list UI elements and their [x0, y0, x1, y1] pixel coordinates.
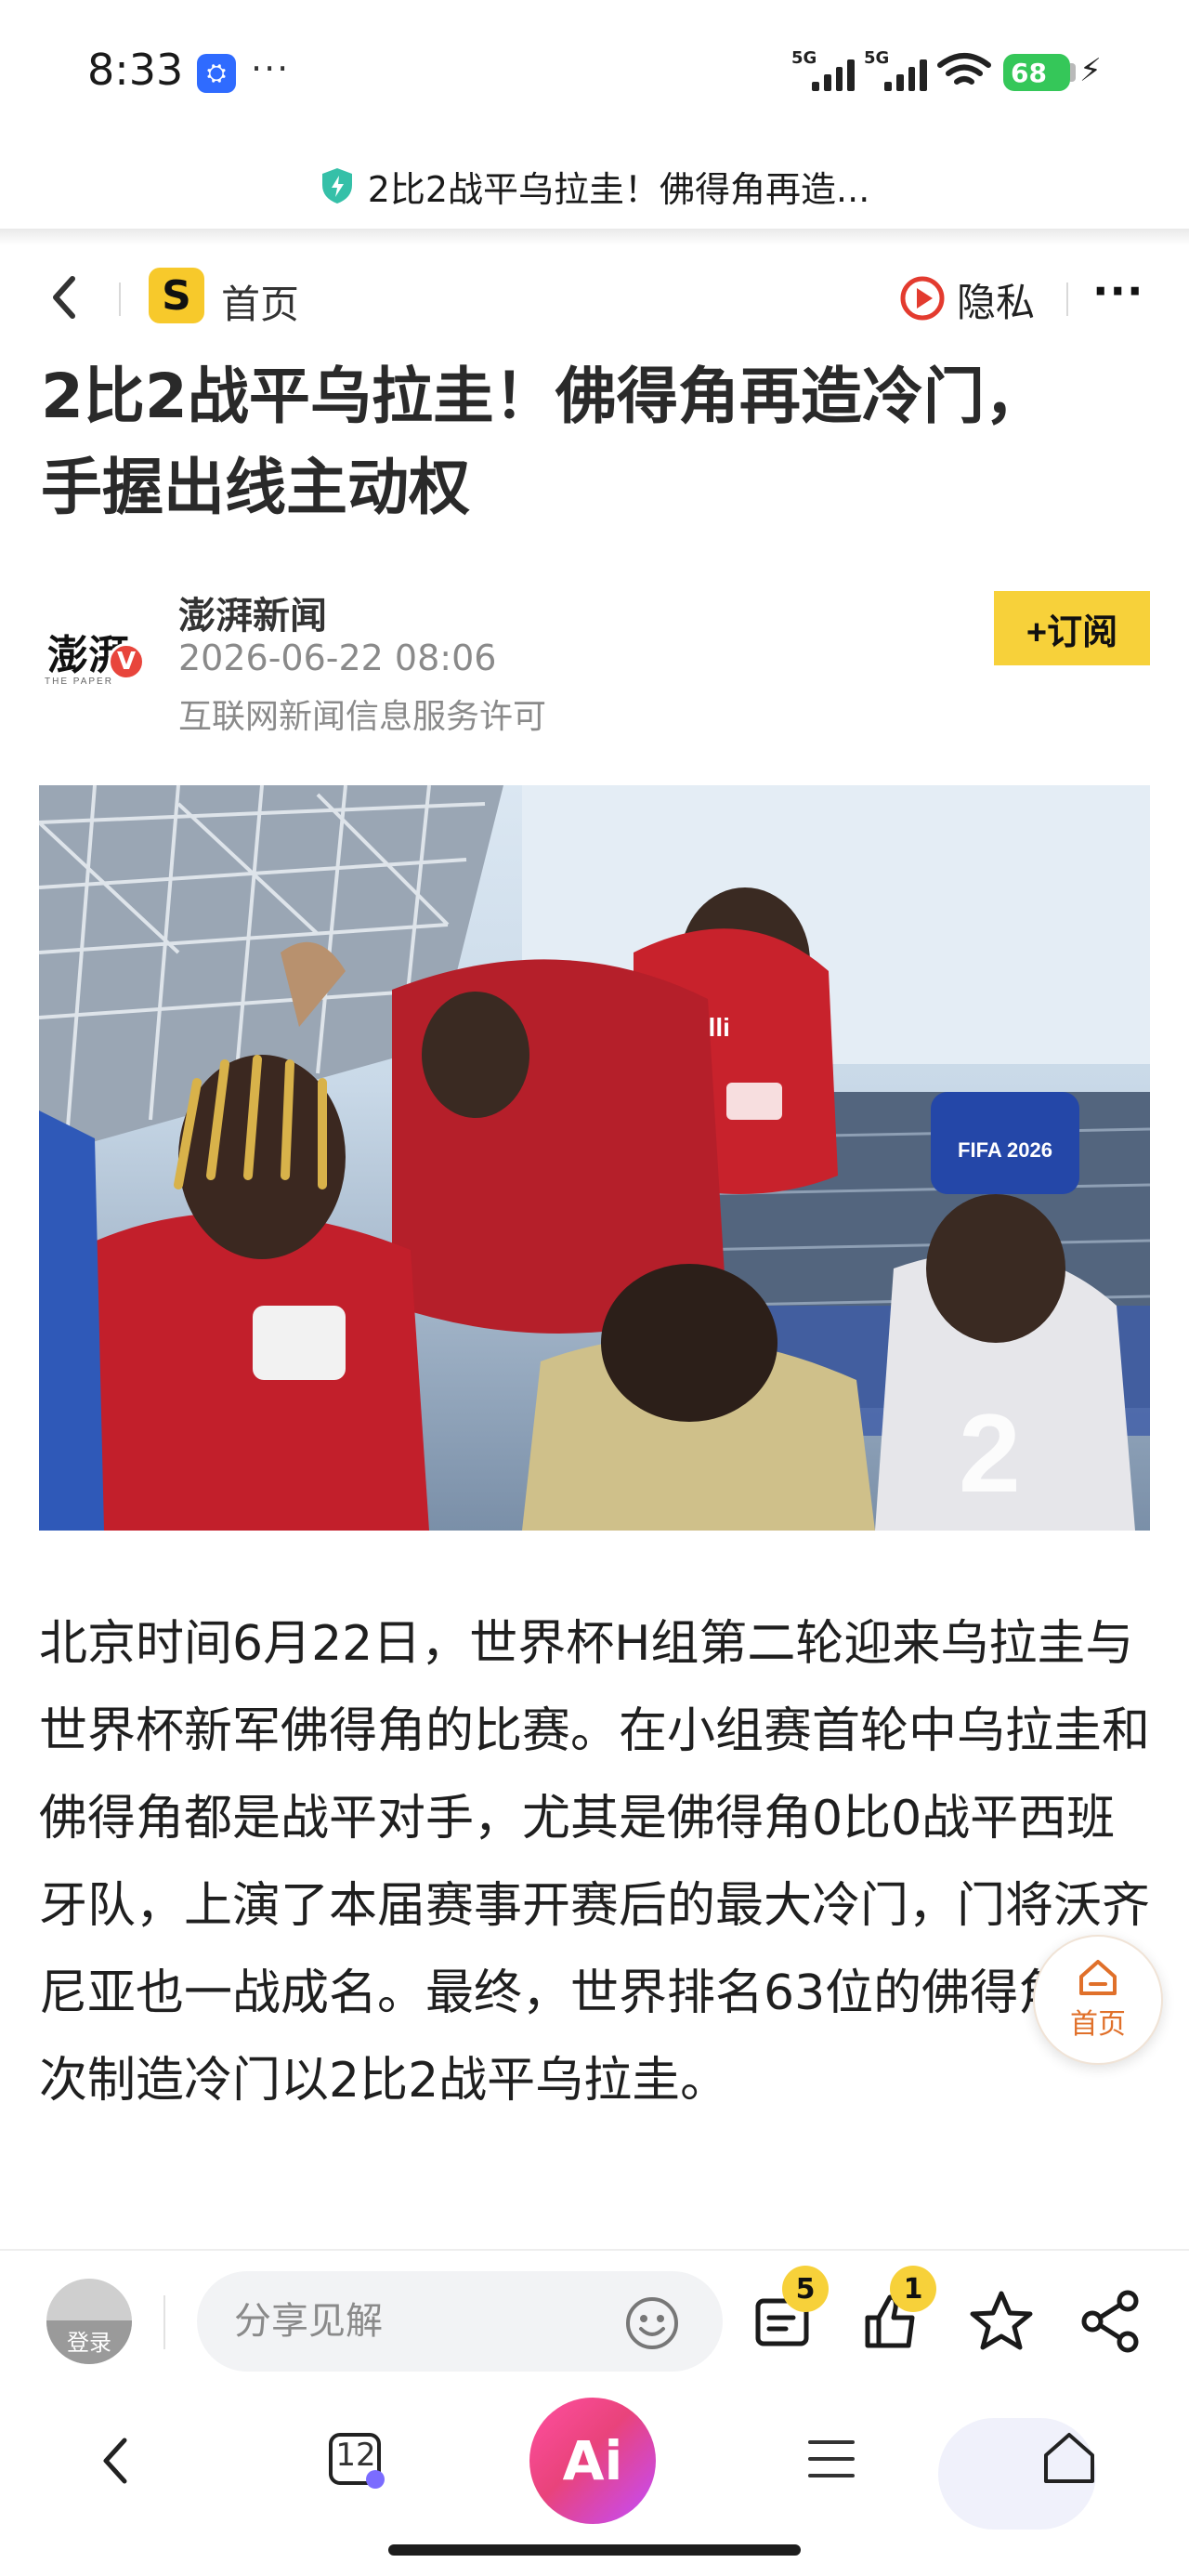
star-icon[interactable] [968, 2288, 1035, 2355]
nav-divider [119, 283, 121, 316]
home-indicator[interactable] [388, 2544, 801, 2556]
author-info: 澎湃 THE PAPER V 澎湃新闻 2026-06-22 08:06 互联网… [0, 576, 1189, 743]
battery-indicator: 68 [1003, 54, 1070, 91]
browser-back-icon[interactable] [89, 2433, 145, 2489]
login-avatar[interactable]: 登录 [46, 2279, 132, 2364]
floating-home-button[interactable]: 首页 [1033, 1935, 1163, 2065]
page-title-url: 2比2战平乌拉圭！佛得角再造... [367, 168, 870, 210]
home-outline-icon [1079, 1960, 1117, 1995]
site-nav: S 首页 隐私 ··· [0, 260, 1189, 335]
article-title: 2比2战平乌拉圭！佛得角再造冷门， 手握出线主动权 [41, 351, 1156, 533]
site-logo[interactable]: S [149, 268, 204, 323]
title-line-1: 2比2战平乌拉圭！佛得角再造冷门， [41, 361, 1046, 432]
like-count-badge: 1 [890, 2266, 936, 2312]
wifi-icon [937, 53, 991, 85]
header-divider [0, 229, 1189, 245]
charging-icon: ⚡ [1079, 52, 1102, 89]
hero-image[interactable]: FIFA 2026 Opelli 2 [39, 785, 1150, 1531]
comment-count-badge: 5 [782, 2266, 829, 2312]
title-line-2: 手握出线主动权 [41, 452, 470, 523]
license-text: 互联网新闻信息服务许可 [178, 698, 547, 736]
secure-shield-icon [321, 168, 352, 204]
subscribe-button[interactable]: +订阅 [994, 591, 1150, 665]
football-celebration-image: FIFA 2026 Opelli 2 [39, 785, 1150, 1531]
privacy-button[interactable]: 隐私 [957, 271, 1035, 328]
nav-divider-2 [1066, 283, 1068, 316]
floating-home-label: 首页 [1070, 2008, 1126, 2041]
svg-text:FIFA 2026: FIFA 2026 [958, 1138, 1052, 1162]
share-icon[interactable] [1078, 2288, 1144, 2355]
comment-bar: 登录 5 1 [0, 2249, 1189, 2388]
bar-divider [163, 2295, 165, 2349]
verified-badge-icon: V [108, 643, 145, 680]
publish-time: 2026-06-22 08:06 [178, 637, 497, 678]
emoji-icon[interactable] [622, 2293, 682, 2353]
menu-icon[interactable] [803, 2431, 860, 2487]
home-link[interactable]: 首页 [221, 273, 299, 330]
battery-cap [1070, 63, 1076, 82]
more-options-icon[interactable]: ··· [1092, 266, 1143, 316]
status-time: 8:33 [87, 45, 184, 95]
article-body: 北京时间6月22日，世界杯H组第二轮迎来乌拉圭与世界杯新军佛得角的比赛。在小组赛… [39, 1616, 1151, 2109]
address-bar[interactable]: 2比2战平乌拉圭！佛得角再造... [0, 153, 1189, 218]
more-notifications-icon: ··· [251, 48, 291, 89]
svg-text:2: 2 [959, 1391, 1021, 1516]
app-notification-icon: ⛭ [197, 54, 236, 93]
fifa-banner-icon: FIFA 2026 [931, 1092, 1079, 1194]
status-bar: 8:33 ⛭ ··· 5G 5G 68 ⚡ [0, 0, 1189, 149]
signal-1-icon: 5G [791, 48, 858, 91]
back-icon[interactable] [45, 273, 85, 322]
privacy-icon[interactable] [899, 275, 946, 322]
tabs-count: 12 [335, 2437, 376, 2474]
ai-assistant-button[interactable]: Ai [529, 2398, 656, 2524]
browser-home-icon[interactable] [1039, 2427, 1100, 2489]
signal-2-icon: 5G [864, 48, 931, 91]
author-name[interactable]: 澎湃新闻 [178, 585, 327, 639]
